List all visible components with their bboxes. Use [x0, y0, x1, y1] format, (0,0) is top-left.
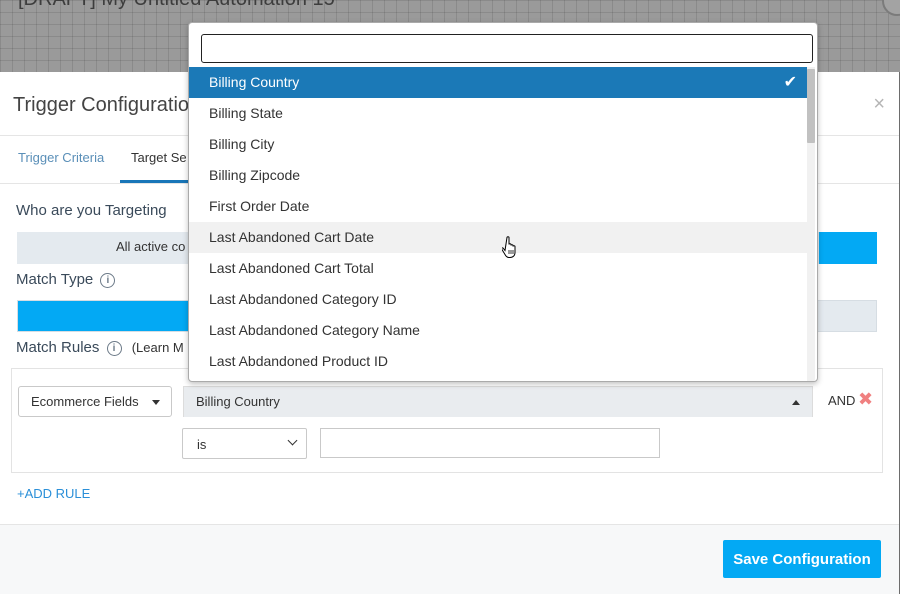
dropdown-option[interactable]: Billing City: [189, 129, 809, 160]
dropdown-option[interactable]: Billing Country ✔: [189, 67, 809, 98]
modal-title: Trigger Configuration: [13, 94, 201, 116]
match-type-selected-option[interactable]: [18, 301, 188, 331]
dropdown-option-label: First Order Date: [209, 198, 310, 214]
info-icon[interactable]: i: [106, 341, 122, 356]
dropdown-option-label: Last Abdandoned Category Name: [209, 322, 420, 338]
learn-more-link[interactable]: (Learn M: [132, 340, 184, 355]
dropdown-option-label: Billing Country: [209, 74, 300, 90]
match-type-label: Match Type i: [16, 271, 116, 288]
dropdown-option[interactable]: Billing Zipcode: [189, 160, 809, 191]
field-category-select[interactable]: Ecommerce Fields: [18, 386, 172, 417]
target-selected-option[interactable]: [819, 232, 877, 264]
all-active-contacts-option[interactable]: All active co: [116, 239, 185, 254]
dropdown-option-label: Billing State: [209, 105, 283, 121]
dropdown-option[interactable]: Last Abdandoned Category Name: [189, 315, 809, 346]
modal-footer: Save Configuration: [0, 524, 899, 594]
rule-value-input[interactable]: [320, 428, 660, 458]
dropdown-options-list: Billing Country ✔ Billing State Billing Cit…: [189, 67, 809, 381]
operator-value: is: [197, 437, 207, 452]
match-rules-text: Match Rules: [16, 339, 100, 356]
match-type-text: Match Type: [16, 271, 94, 288]
dropdown-option-label: Last Abandoned Cart Total: [209, 260, 374, 276]
check-icon: ✔: [783, 74, 797, 91]
and-label: AND: [828, 393, 856, 408]
active-tab-indicator: [120, 180, 188, 183]
match-rules-label: Match Rules i (Learn M: [16, 339, 184, 356]
remove-rule-icon[interactable]: ✖: [858, 389, 873, 410]
dropdown-option-label: Billing City: [209, 136, 275, 152]
caret-up-icon: [792, 400, 800, 405]
dropdown-option[interactable]: First Order Date: [189, 191, 809, 222]
dropdown-option-label: Last Abandoned Cart Date: [209, 229, 375, 245]
dropdown-option[interactable]: Last Abandoned Cart Total: [189, 253, 809, 284]
tab-target-segment[interactable]: Target Se: [131, 150, 187, 165]
dropdown-search-input[interactable]: [201, 34, 813, 63]
save-configuration-button[interactable]: Save Configuration: [723, 540, 881, 578]
scrollbar-thumb[interactable]: [807, 69, 815, 143]
field-select-value: Billing Country: [196, 394, 280, 409]
dropdown-option-label: Last Abdandoned Category ID: [209, 291, 397, 307]
rule-row: Ecommerce Fields Billing Country AND ✖ i…: [11, 368, 883, 473]
dropdown-option-label: Last Abdandoned Product ID: [209, 353, 389, 369]
dropdown-option[interactable]: Last Abdandoned Product ID: [189, 346, 809, 377]
dropdown-option[interactable]: Billing State: [189, 98, 809, 129]
automation-title: [DRAFT] My Untitled Automation 15: [18, 0, 335, 11]
dropdown-option[interactable]: Last Abdandoned Category ID: [189, 284, 809, 315]
field-category-value: Ecommerce Fields: [31, 394, 139, 409]
dropdown-scrollbar[interactable]: [807, 67, 815, 381]
add-node-icon: [882, 0, 900, 16]
operator-select[interactable]: is: [182, 428, 307, 459]
tab-trigger-criteria[interactable]: Trigger Criteria: [18, 150, 104, 165]
field-select[interactable]: Billing Country: [183, 386, 813, 417]
info-icon[interactable]: i: [100, 273, 116, 288]
add-rule-link[interactable]: +ADD RULE: [17, 486, 90, 501]
dropdown-option-label: Billing Zipcode: [209, 167, 301, 183]
close-icon[interactable]: ×: [873, 94, 885, 114]
dropdown-option[interactable]: Last Abandoned Cart Date: [189, 222, 809, 253]
who-targeting-label: Who are you Targeting: [16, 202, 167, 219]
chevron-down-icon: [287, 435, 298, 446]
field-dropdown: Billing Country ✔ Billing State Billing Cit…: [188, 22, 818, 382]
caret-down-icon: [152, 400, 160, 405]
hand-cursor-icon: [502, 236, 516, 258]
